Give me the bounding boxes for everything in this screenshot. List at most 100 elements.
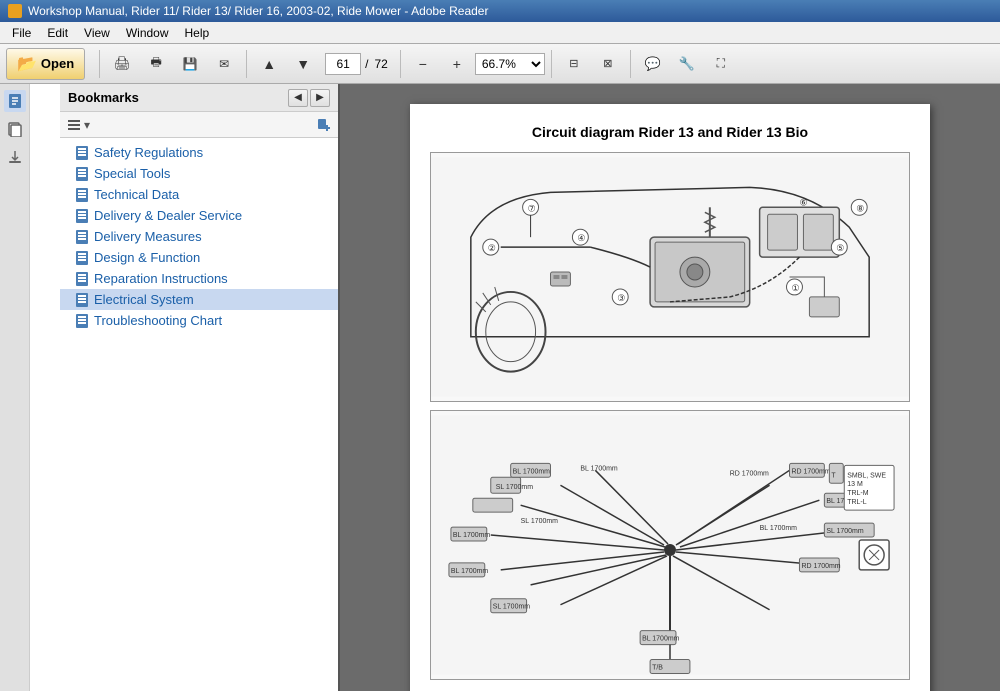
bottom-diagram-svg: SL 1700mm BL 1700mm BL 1700mm SL 1700mm xyxy=(431,411,909,679)
prev-page-button[interactable]: ▲ xyxy=(253,48,285,80)
comment-icon: 💬 xyxy=(645,56,661,72)
zoom-out-button[interactable]: − xyxy=(407,48,439,80)
fit-width-icon: ⊠ xyxy=(603,57,612,70)
next-page-button[interactable]: ▼ xyxy=(287,48,319,80)
bookmark-label: Reparation Instructions xyxy=(94,271,228,286)
menu-bar: File Edit View Window Help xyxy=(0,22,1000,44)
bookmarks-header: Bookmarks ◀ ▶ xyxy=(60,84,338,112)
bookmarks-toolbar: ▾ xyxy=(60,112,338,138)
page-number-input[interactable] xyxy=(325,53,361,75)
separator-2 xyxy=(246,50,247,78)
separator-1 xyxy=(99,50,100,78)
toolbar: 📂 Open 🖨 🖶 💾 ✉ ▲ ▼ / 72 − + 66.7% 50% 75… xyxy=(0,44,1000,84)
svg-text:SL 1700mm: SL 1700mm xyxy=(496,484,534,491)
bookmark-label: Delivery & Dealer Service xyxy=(94,208,242,223)
attachments-sidebar-icon[interactable] xyxy=(4,146,26,168)
sidebar-icon-strip xyxy=(0,84,30,691)
page-nav-group: / 72 xyxy=(325,53,390,75)
svg-text:13 M: 13 M xyxy=(847,481,863,488)
svg-text:②: ② xyxy=(488,243,496,253)
bookmark-label: Design & Function xyxy=(94,250,200,265)
bookmarks-panel: Bookmarks ◀ ▶ ▾ xyxy=(60,84,338,691)
menu-view[interactable]: View xyxy=(76,24,118,42)
bookmark-design-function[interactable]: Design & Function xyxy=(60,247,338,268)
bookmarks-options-button[interactable]: ▾ xyxy=(66,117,90,133)
bookmark-label: Electrical System xyxy=(94,292,194,307)
svg-text:T/B: T/B xyxy=(652,664,663,671)
save-button[interactable]: 💾 xyxy=(174,48,206,80)
fullscreen-button[interactable]: ⛶ xyxy=(705,48,737,80)
bookmark-icon xyxy=(76,167,88,181)
bookmark-safety-regulations[interactable]: Safety Regulations xyxy=(60,142,338,163)
email-button[interactable]: ✉ xyxy=(208,48,240,80)
zoom-out-icon: − xyxy=(419,56,427,72)
email-icon: ✉ xyxy=(219,57,229,71)
bookmark-label: Delivery Measures xyxy=(94,229,202,244)
comment-button[interactable]: 💬 xyxy=(637,48,669,80)
bookmark-special-tools[interactable]: Special Tools xyxy=(60,163,338,184)
bookmark-electrical-system[interactable]: Electrical System xyxy=(60,289,338,310)
menu-file[interactable]: File xyxy=(4,24,39,42)
page-separator: / xyxy=(365,57,368,71)
bookmarks-header-buttons: ◀ ▶ xyxy=(288,89,330,107)
bottom-diagram: SL 1700mm BL 1700mm BL 1700mm SL 1700mm xyxy=(430,410,910,680)
bookmark-icon xyxy=(76,251,88,265)
svg-text:SMBL, SWE: SMBL, SWE xyxy=(847,472,886,479)
separator-4 xyxy=(551,50,552,78)
save-icon: 💾 xyxy=(183,57,198,71)
svg-text:⑤: ⑤ xyxy=(836,243,844,253)
bookmarks-sidebar-icon[interactable] xyxy=(4,90,26,112)
bookmark-troubleshooting-chart[interactable]: Troubleshooting Chart xyxy=(60,310,338,331)
svg-text:①: ① xyxy=(791,283,799,293)
zoom-in-button[interactable]: + xyxy=(441,48,473,80)
svg-text:BL 1700mm: BL 1700mm xyxy=(642,636,680,643)
svg-text:BL 1700mm: BL 1700mm xyxy=(451,568,489,575)
bookmark-label: Technical Data xyxy=(94,187,179,202)
bookmark-icon xyxy=(76,188,88,202)
bookmark-delivery-measures[interactable]: Delivery Measures xyxy=(60,226,338,247)
open-label: Open xyxy=(41,56,74,71)
print-button[interactable]: 🖨 xyxy=(106,48,138,80)
top-diagram-svg: ⑥ ② ③ xyxy=(431,153,909,401)
menu-window[interactable]: Window xyxy=(118,24,177,42)
tools-icon: 🔧 xyxy=(679,56,695,72)
svg-text:SL 1700mm: SL 1700mm xyxy=(493,604,531,611)
fit-width-button[interactable]: ⊠ xyxy=(592,48,624,80)
bookmark-icon xyxy=(76,230,88,244)
print2-button[interactable]: 🖶 xyxy=(140,48,172,80)
svg-text:BL 1700mm: BL 1700mm xyxy=(453,532,491,539)
svg-text:RD 1700mm: RD 1700mm xyxy=(791,468,830,475)
menu-edit[interactable]: Edit xyxy=(39,24,76,42)
bookmark-label: Troubleshooting Chart xyxy=(94,313,222,328)
tools-button[interactable]: 🔧 xyxy=(671,48,703,80)
pages-sidebar-icon[interactable] xyxy=(4,118,26,140)
bookmark-delivery-dealer[interactable]: Delivery & Dealer Service xyxy=(60,205,338,226)
svg-text:T: T xyxy=(831,472,836,479)
down-arrow-icon: ▼ xyxy=(296,56,310,72)
svg-text:BL 1700mm: BL 1700mm xyxy=(513,468,551,475)
bookmark-reparation-instructions[interactable]: Reparation Instructions xyxy=(60,268,338,289)
dropdown-arrow: ▾ xyxy=(84,118,90,132)
content-area[interactable]: Circuit diagram Rider 13 and Rider 13 Bi… xyxy=(340,84,1000,691)
page-title: Circuit diagram Rider 13 and Rider 13 Bi… xyxy=(430,124,910,140)
svg-text:SL 1700mm: SL 1700mm xyxy=(521,518,559,525)
expand-panel-button[interactable]: ▶ xyxy=(310,89,330,107)
bookmark-icon xyxy=(76,272,88,286)
fit-page-button[interactable]: ⊟ xyxy=(558,48,590,80)
bookmarks-title: Bookmarks xyxy=(68,90,139,105)
folder-icon: 📂 xyxy=(17,54,37,74)
open-button[interactable]: 📂 Open xyxy=(6,48,85,80)
fit-page-icon: ⊟ xyxy=(569,57,578,70)
top-diagram: ⑥ ② ③ xyxy=(430,152,910,402)
svg-text:④: ④ xyxy=(577,233,585,243)
collapse-panel-button[interactable]: ◀ xyxy=(288,89,308,107)
zoom-select[interactable]: 66.7% 50% 75% 100% 125% xyxy=(475,53,545,75)
menu-help[interactable]: Help xyxy=(177,24,218,42)
svg-text:TRL-L: TRL-L xyxy=(847,499,866,506)
svg-text:⑦: ⑦ xyxy=(528,203,536,213)
bookmark-technical-data[interactable]: Technical Data xyxy=(60,184,338,205)
svg-text:BL 1700mm: BL 1700mm xyxy=(580,465,618,472)
bookmarks-add-button[interactable] xyxy=(316,117,332,133)
svg-text:⑧: ⑧ xyxy=(856,203,864,213)
bookmark-icon xyxy=(76,314,88,328)
